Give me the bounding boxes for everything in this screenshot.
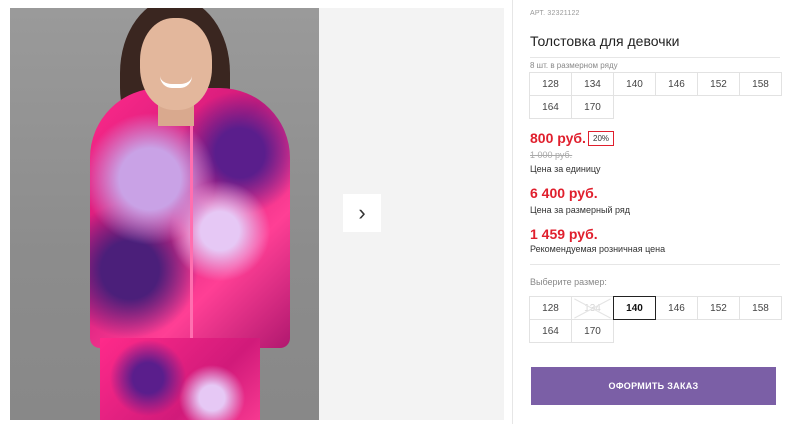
place-order-button[interactable]: ОФОРМИТЬ ЗАКАЗ <box>531 367 776 405</box>
panel-divider <box>512 0 513 424</box>
size-option[interactable]: 128 <box>529 296 572 320</box>
size-set-cell: 152 <box>697 72 740 96</box>
size-set-cell: 158 <box>739 72 782 96</box>
choose-size-label: Выберите размер: <box>530 277 607 287</box>
size-option[interactable]: 164 <box>529 319 572 343</box>
size-set-cell: 164 <box>529 95 572 119</box>
photo-face <box>140 18 212 110</box>
size-set-cell: 128 <box>529 72 572 96</box>
photo-zipper <box>190 108 193 348</box>
size-selector: 128 134 140 146 152 158 164 170 <box>529 296 782 343</box>
discount-badge: 20% <box>588 131 615 146</box>
size-set-cell: 134 <box>571 72 614 96</box>
chevron-right-icon: › <box>358 200 366 225</box>
size-option[interactable]: 170 <box>571 319 614 343</box>
next-image-button[interactable]: › <box>343 194 381 232</box>
unit-price: 800 руб. <box>530 130 586 146</box>
product-photo[interactable] <box>10 8 319 420</box>
divider <box>530 57 780 58</box>
old-price: 1 000 руб. <box>530 150 573 160</box>
size-set-cell: 146 <box>655 72 698 96</box>
size-option[interactable]: 146 <box>655 296 698 320</box>
size-option[interactable]: 152 <box>697 296 740 320</box>
size-option-selected[interactable]: 140 <box>613 296 656 320</box>
size-set-grid: 128 134 140 146 152 158 164 170 <box>529 72 782 119</box>
product-sku: АРТ. 32321122 <box>530 10 580 17</box>
size-set-cell: 140 <box>613 72 656 96</box>
retail-price-caption: Рекомендуемая розничная цена <box>530 244 666 254</box>
set-price: 6 400 руб. <box>530 185 598 201</box>
unit-price-caption: Цена за единицу <box>530 164 601 174</box>
set-price-caption: Цена за размерный ряд <box>530 205 631 215</box>
product-title: Толстовка для девочки <box>530 33 680 49</box>
photo-pants <box>100 338 260 420</box>
size-set-label: 8 шт. в размерном ряду <box>530 61 618 70</box>
size-option[interactable]: 158 <box>739 296 782 320</box>
divider <box>530 264 780 265</box>
product-gallery: › <box>0 0 504 424</box>
size-set-cell: 170 <box>571 95 614 119</box>
retail-price: 1 459 руб. <box>530 226 598 242</box>
size-option-unavailable: 134 <box>571 296 614 320</box>
